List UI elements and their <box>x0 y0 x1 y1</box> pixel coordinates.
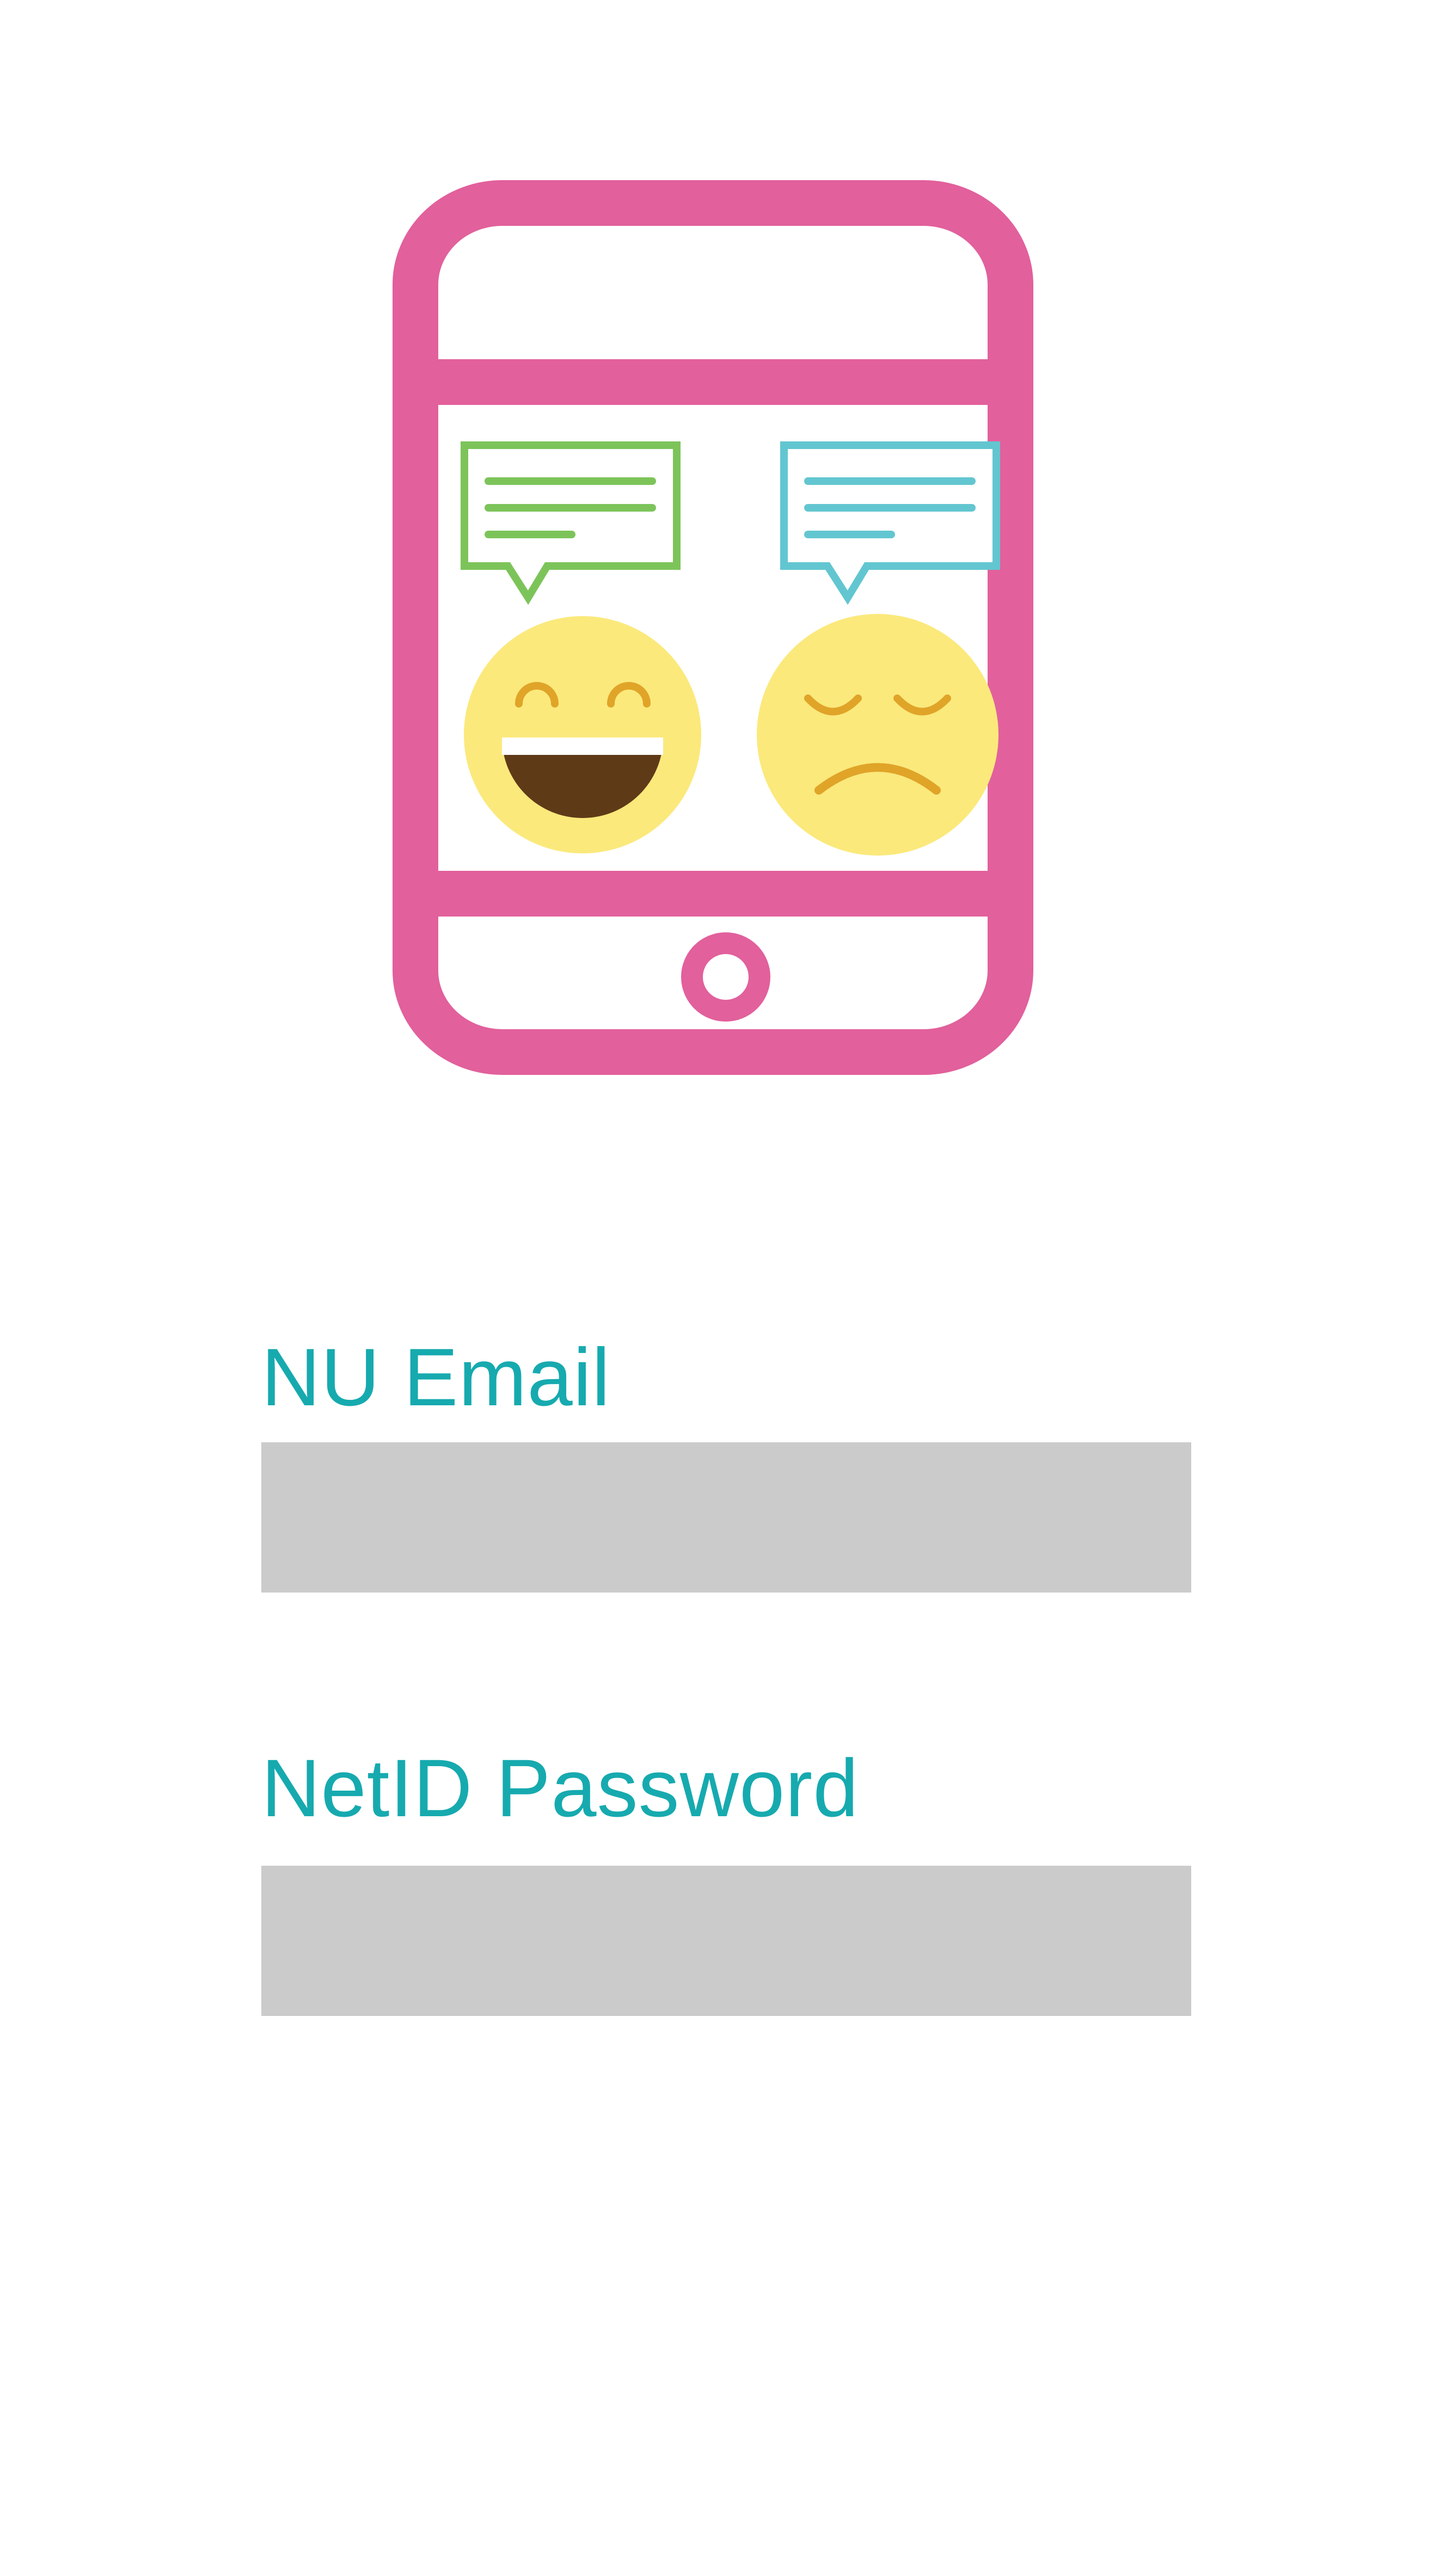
speech-bubble-icon <box>461 441 681 605</box>
email-field[interactable] <box>261 1442 1191 1593</box>
email-label: NU Email <box>261 1331 611 1423</box>
sad-face-icon <box>757 614 998 856</box>
password-field[interactable] <box>261 1866 1191 2016</box>
speech-bubble-icon <box>780 441 1000 605</box>
happy-face-icon <box>464 616 701 853</box>
password-label: NetID Password <box>261 1742 859 1834</box>
app-logo <box>393 180 1033 1075</box>
